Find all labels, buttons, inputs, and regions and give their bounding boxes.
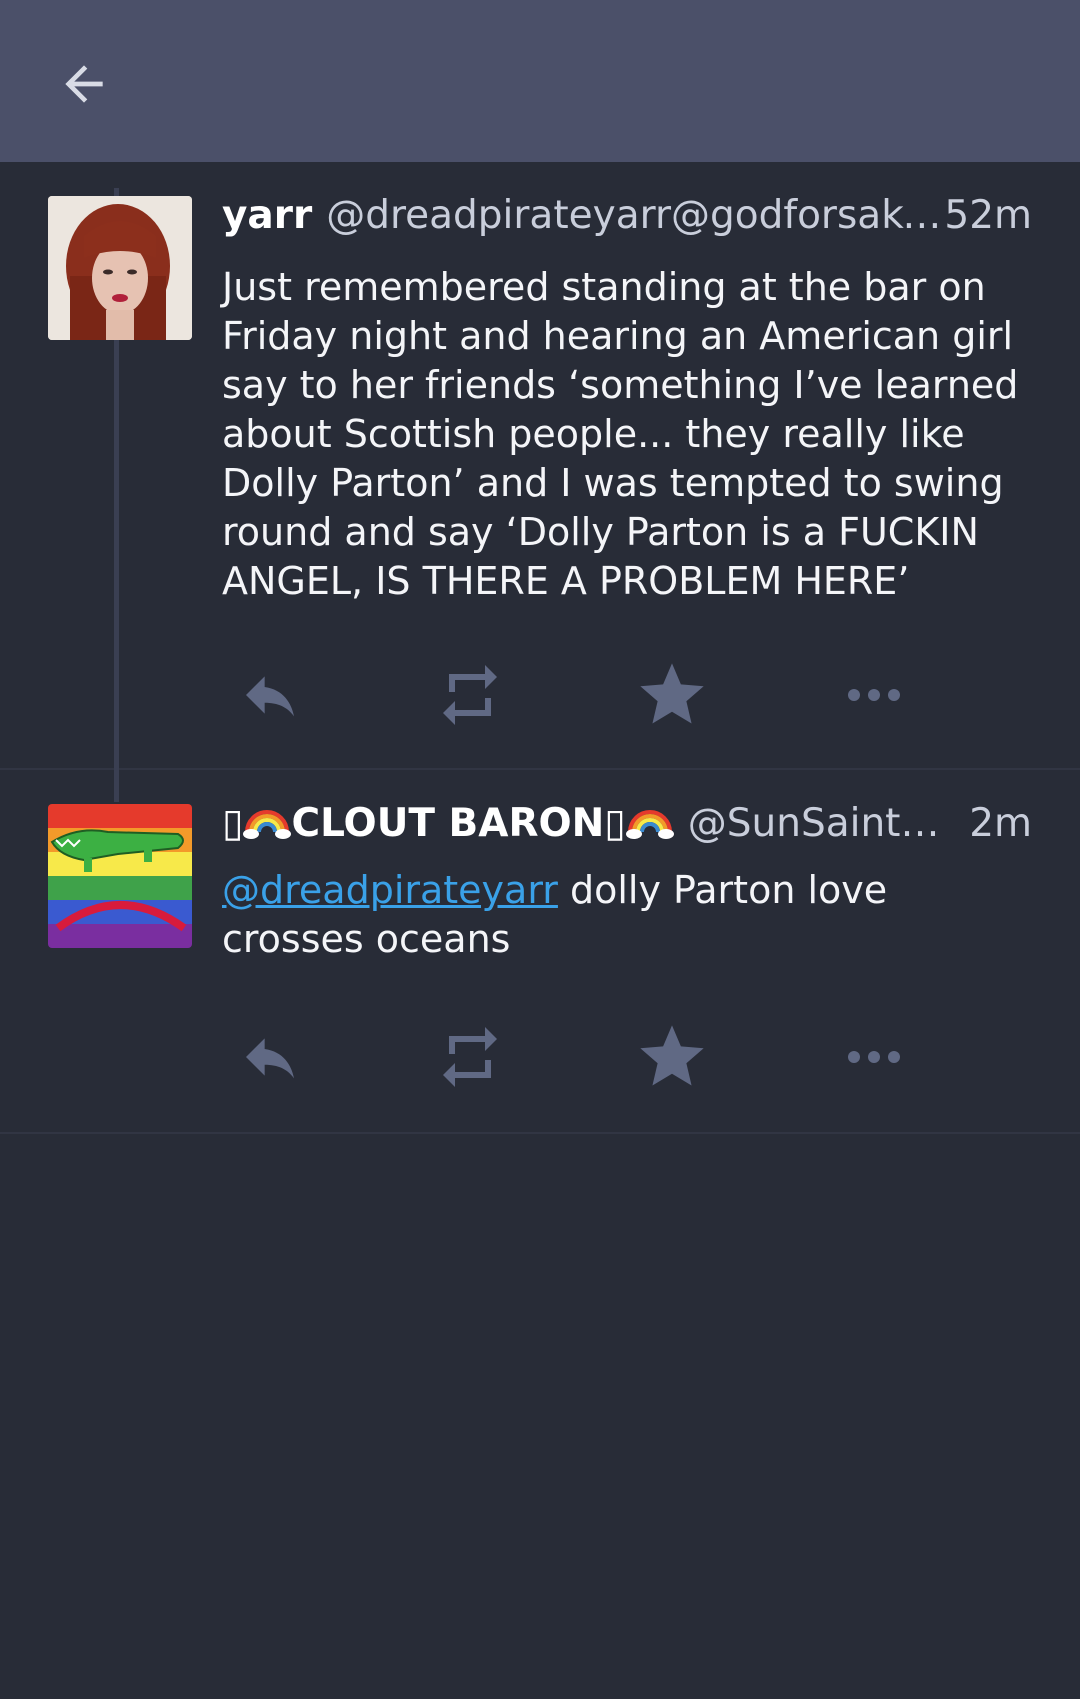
reply-icon — [246, 676, 294, 717]
status-item[interactable]: ▯CLOUT BARON▯ @SunSaint@witches.town 2m … — [0, 770, 1080, 1134]
boost-button[interactable] — [422, 1017, 518, 1097]
thread: yarr @dreadpirateyarr@godforsaken.websit… — [0, 162, 1080, 1134]
boost-icon — [443, 1027, 497, 1087]
display-name[interactable]: ▯ CLOUT BARON▯ — [222, 800, 674, 848]
reply-button[interactable] — [222, 1017, 318, 1097]
back-button[interactable] — [48, 48, 120, 120]
reply-button[interactable] — [222, 655, 318, 735]
favourite-icon — [640, 663, 704, 724]
more-icon — [848, 689, 900, 701]
status-header: ▯CLOUT BARON▯ @SunSaint@witches.town 2m — [222, 800, 1032, 848]
mention-link[interactable]: @dreadpirateyarr — [222, 868, 558, 912]
favourite-icon — [640, 1025, 704, 1086]
action-bar — [222, 655, 942, 735]
action-bar — [222, 1017, 942, 1097]
more-button[interactable] — [826, 1017, 922, 1097]
arrow-left-icon — [65, 65, 103, 103]
timestamp[interactable]: 52m — [944, 192, 1032, 240]
status-content: @dreadpirateyarr dolly Parton love cross… — [222, 868, 888, 961]
status-content: Just remembered standing at the bar on F… — [222, 265, 1019, 603]
account-handle[interactable]: @dreadpirateyarr@godforsaken.website — [326, 192, 942, 240]
timestamp[interactable]: 2m — [969, 800, 1032, 848]
more-button[interactable] — [826, 655, 922, 735]
rainbow-icon — [243, 810, 292, 839]
boost-button[interactable] — [422, 655, 518, 735]
top-bar — [0, 0, 1080, 162]
favourite-button[interactable] — [624, 655, 720, 735]
favourite-button[interactable] — [624, 1017, 720, 1097]
more-icon — [848, 1051, 900, 1063]
avatar[interactable] — [48, 804, 192, 948]
account-handle[interactable]: @SunSaint@witches.town — [688, 800, 967, 848]
thread-connector — [114, 770, 119, 802]
status-item[interactable]: yarr @dreadpirateyarr@godforsaken.websit… — [0, 162, 1080, 770]
reply-icon — [246, 1038, 294, 1079]
display-name[interactable]: yarr — [222, 192, 312, 240]
rainbow-icon — [625, 810, 674, 839]
avatar[interactable] — [48, 196, 192, 340]
boost-icon — [443, 665, 497, 725]
status-header: yarr @dreadpirateyarr@godforsaken.websit… — [222, 192, 1032, 240]
